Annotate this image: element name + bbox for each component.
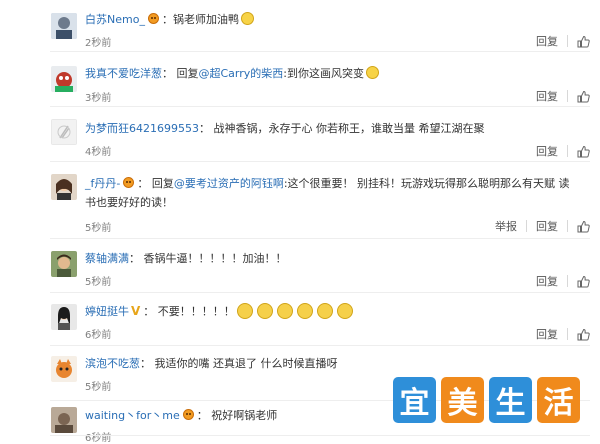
like-thumb-icon[interactable] bbox=[577, 145, 590, 158]
username[interactable]: 滨泡不吃葱 bbox=[85, 357, 140, 370]
like-thumb-icon[interactable] bbox=[577, 220, 590, 233]
reply-button[interactable]: 回复 bbox=[536, 143, 558, 159]
reply-prefix: 回复 bbox=[176, 67, 199, 80]
comment-time: 3秒前 bbox=[85, 93, 112, 104]
watermark-char: 生 bbox=[489, 377, 532, 423]
report-button[interactable]: 举报 bbox=[495, 218, 517, 234]
avatar[interactable] bbox=[51, 251, 77, 277]
emoji-icon bbox=[316, 303, 333, 319]
like-thumb-icon[interactable] bbox=[577, 275, 590, 288]
emoji-icon bbox=[336, 303, 353, 319]
username[interactable]: 白苏Nemo_ bbox=[85, 13, 145, 26]
emoji-icon bbox=[276, 303, 293, 319]
comment-time: 6秒前 bbox=[85, 330, 112, 341]
comment-text: 香锅牛逼！！！！！加油！！ bbox=[143, 252, 287, 265]
like-thumb-icon[interactable] bbox=[577, 35, 590, 48]
avatar[interactable] bbox=[51, 407, 77, 433]
vip-badge-icon bbox=[147, 13, 159, 24]
avatar[interactable] bbox=[51, 304, 77, 330]
comment-text: 祝好啊锅老师 bbox=[211, 409, 278, 422]
username[interactable]: 婷妞挺牛 bbox=[85, 305, 129, 318]
comment-text: 不要！！！！！ bbox=[157, 305, 235, 318]
vip-badge-icon bbox=[123, 177, 135, 188]
username[interactable]: 我真不爱吃洋葱 bbox=[85, 67, 162, 80]
comment-item: 婷妞挺牛 V： 不要！！！！！ 6秒前 回复 bbox=[0, 293, 600, 346]
emoji-icon bbox=[256, 303, 273, 319]
reply-button[interactable]: 回复 bbox=[536, 218, 558, 234]
username[interactable]: _f丹丹- bbox=[85, 177, 120, 190]
emoji-icon bbox=[240, 12, 254, 25]
comment-text: 战神香锅，永存于心 你若称王，谁敢当量 希望江湖在聚 bbox=[213, 122, 485, 135]
watermark-char: 活 bbox=[537, 377, 580, 423]
avatar[interactable] bbox=[51, 174, 77, 200]
avatar[interactable] bbox=[51, 119, 77, 145]
comment-text: :到你这画风突变 bbox=[283, 67, 365, 80]
comment-time: 4秒前 bbox=[85, 147, 112, 158]
avatar[interactable] bbox=[51, 13, 77, 39]
mention-link[interactable]: @超Carry的柴西 bbox=[199, 67, 284, 80]
comment-text: 锅老师加油鸭 bbox=[172, 13, 239, 26]
username[interactable]: 为梦而狂6421699553 bbox=[85, 122, 199, 135]
comment-time: 5秒前 bbox=[85, 223, 112, 234]
like-thumb-icon[interactable] bbox=[577, 328, 590, 341]
comment-item: 蔡轴满满： 香锅牛逼！！！！！加油！！ 5秒前 回复 bbox=[0, 239, 600, 293]
reply-prefix: 回复 bbox=[151, 177, 174, 190]
reply-button[interactable]: 回复 bbox=[536, 326, 558, 342]
comment-item: _f丹丹-： 回复@要考过资产的阿钰啊:这个很重要！ 别挂科！玩游戏玩得那么聪明… bbox=[0, 162, 600, 239]
comment-item: 白苏Nemo_ ：锅老师加油鸭 2秒前 回复 bbox=[0, 0, 600, 52]
avatar[interactable] bbox=[51, 356, 77, 382]
mention-link[interactable]: @要考过资产的阿钰啊 bbox=[174, 177, 284, 190]
watermark-char: 宜 bbox=[393, 377, 436, 423]
watermark-char: 美 bbox=[441, 377, 484, 423]
username[interactable]: 蔡轴满满 bbox=[85, 252, 129, 265]
comment-item: 为梦而狂6421699553： 战神香锅，永存于心 你若称王，谁敢当量 希望江湖… bbox=[0, 107, 600, 162]
comment-time: 5秒前 bbox=[85, 277, 112, 288]
reply-button[interactable]: 回复 bbox=[536, 33, 558, 49]
comment-time: 2秒前 bbox=[85, 38, 112, 49]
comment-time: 6秒前 bbox=[85, 433, 112, 444]
emoji-icon bbox=[296, 303, 313, 319]
verified-v-icon: V bbox=[131, 304, 141, 318]
username[interactable]: waiting丶for丶me bbox=[85, 409, 180, 422]
avatar[interactable] bbox=[51, 66, 77, 92]
vip-badge-icon bbox=[182, 409, 194, 420]
watermark-logo: 宜 美 生 活 bbox=[387, 373, 590, 429]
comment-text: 我适你的嘴 还真退了 什么时候直播呀 bbox=[154, 357, 338, 370]
emoji-icon bbox=[366, 66, 380, 79]
reply-button[interactable]: 回复 bbox=[536, 273, 558, 289]
comment-time: 5秒前 bbox=[85, 382, 112, 393]
emoji-icon bbox=[236, 303, 253, 319]
like-thumb-icon[interactable] bbox=[577, 90, 590, 103]
comment-item: 我真不爱吃洋葱： 回复@超Carry的柴西:到你这画风突变 3秒前 回复 bbox=[0, 52, 600, 107]
reply-button[interactable]: 回复 bbox=[536, 88, 558, 104]
